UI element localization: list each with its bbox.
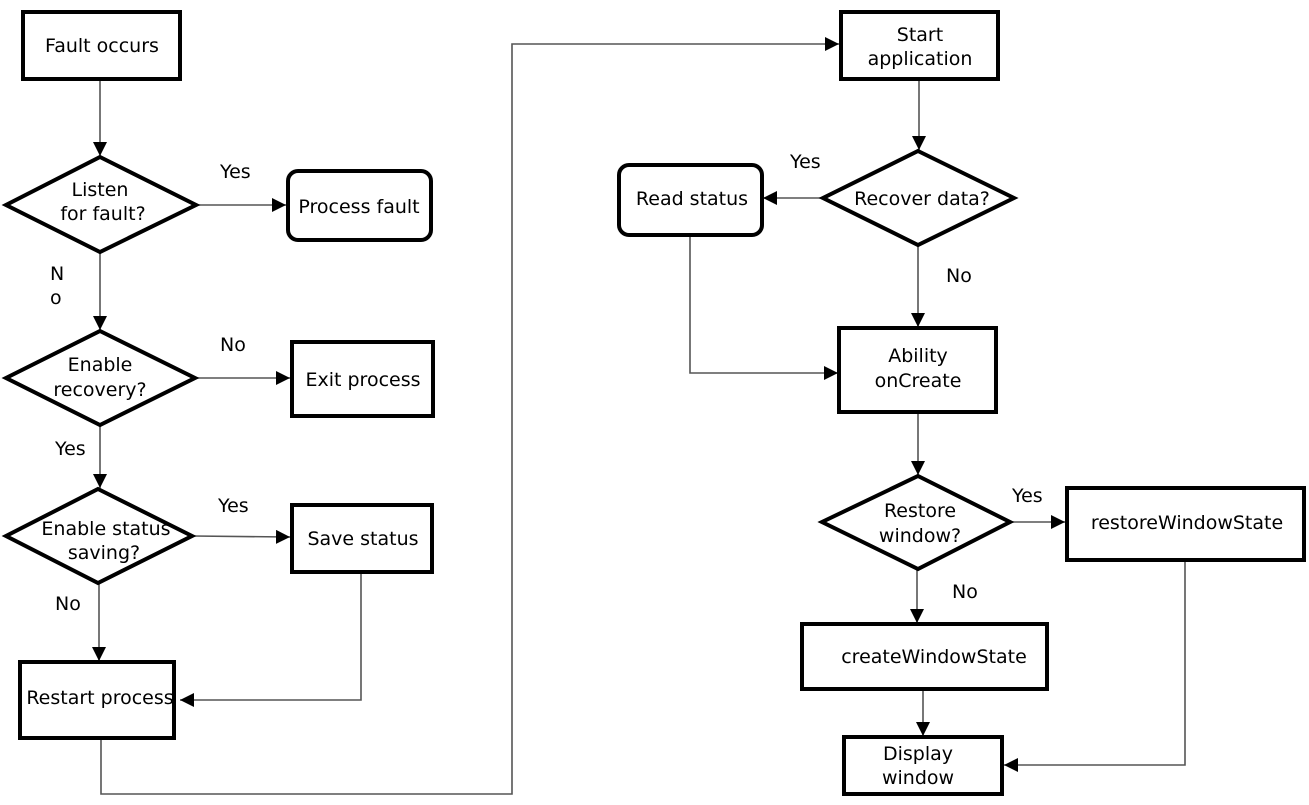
label-restore-no: No	[952, 581, 978, 603]
svg-text:Process fault: Process fault	[298, 196, 419, 218]
edge-saving-to-save-status	[192, 529, 291, 544]
node-text: Restart process	[26, 687, 173, 709]
node-restore-window: Restore window?	[817, 473, 1015, 572]
node-text-line1: Restore	[884, 500, 956, 522]
node-text-line2: application	[868, 48, 973, 70]
node-text: Fault occurs	[45, 35, 159, 57]
svg-text:Ability: Ability	[888, 345, 948, 367]
node-text: Read status	[636, 188, 748, 210]
edge-restart-to-start-app	[100, 37, 839, 795]
label-saving-yes: Yes	[217, 495, 249, 517]
node-fault-occurs: Fault occurs	[21, 10, 182, 81]
svg-text:application: application	[868, 48, 973, 70]
node-display-window: Display window	[842, 735, 1004, 796]
svg-text:Enable status: Enable status	[41, 518, 170, 540]
node-text-line2: onCreate	[875, 370, 962, 392]
node-enable-recovery: Enable recovery?	[1, 328, 200, 428]
node-read-status: Read status	[617, 163, 764, 237]
node-text: Process fault	[298, 196, 419, 218]
svg-text:for fault?: for fault?	[60, 203, 145, 225]
node-ability-oncreate: Ability onCreate	[837, 326, 998, 414]
node-text: createWindowState	[841, 646, 1027, 668]
svg-text:Read status: Read status	[636, 188, 748, 210]
node-text-line2: window?	[879, 525, 961, 547]
node-text: Recover data?	[854, 188, 990, 210]
node-start-application: Start application	[839, 10, 1000, 81]
flowchart-canvas: Fault occurs Listen for fault? Process f…	[1, 10, 1306, 796]
label-restore-yes: Yes	[1011, 485, 1043, 507]
svg-text:Listen: Listen	[72, 179, 129, 201]
node-text-line2: for fault?	[60, 203, 145, 225]
node-text-line2: saving?	[68, 542, 140, 564]
node-text-line1: Display	[883, 743, 953, 765]
svg-text:Restore: Restore	[884, 500, 956, 522]
svg-text:Recover data?: Recover data?	[854, 188, 990, 210]
svg-text:restoreWindowState: restoreWindowState	[1091, 512, 1283, 534]
node-text-line2: window	[882, 767, 954, 789]
svg-text:Save status: Save status	[307, 528, 418, 550]
label-recover-yes: Yes	[789, 151, 821, 173]
node-text-line1: Enable	[68, 354, 133, 376]
svg-text:recovery?: recovery?	[53, 379, 146, 401]
svg-text:window?: window?	[879, 525, 961, 547]
label-recover-no: No	[946, 265, 972, 287]
node-listen-for-fault: Listen for fault?	[1, 154, 201, 255]
node-process-fault: Process fault	[286, 169, 433, 242]
node-exit-process: Exit process	[290, 340, 435, 418]
label-listen-no-1: N	[50, 263, 64, 285]
node-recover-data: Recover data?	[818, 148, 1019, 248]
svg-text:Start: Start	[897, 24, 943, 46]
svg-text:onCreate: onCreate	[875, 370, 962, 392]
node-text-line1: Enable status	[41, 518, 170, 540]
node-text: Exit process	[305, 369, 420, 391]
label-listen-yes: Yes	[219, 161, 251, 183]
node-text-line1: Listen	[72, 179, 129, 201]
label-saving-no: No	[55, 593, 81, 615]
label-listen-no-2: o	[50, 287, 62, 309]
label-recovery-yes: Yes	[54, 438, 86, 460]
edge-read-status-to-ability	[689, 236, 838, 380]
node-save-status: Save status	[290, 503, 434, 574]
node-text-line1: Ability	[888, 345, 948, 367]
node-text-line1: Start	[897, 24, 943, 46]
node-text-line2: recovery?	[53, 379, 146, 401]
label-recovery-no: No	[220, 334, 246, 356]
svg-text:Restart process: Restart process	[26, 687, 173, 709]
svg-text:Enable: Enable	[68, 354, 133, 376]
svg-text:Display: Display	[883, 743, 953, 765]
svg-text:createWindowState: createWindowState	[841, 646, 1027, 668]
svg-text:Exit process: Exit process	[305, 369, 420, 391]
node-restore-window-state: restoreWindowState	[1065, 486, 1306, 562]
svg-text:saving?: saving?	[68, 542, 140, 564]
node-create-window-state: createWindowState	[800, 622, 1049, 691]
svg-text:Fault occurs: Fault occurs	[45, 35, 159, 57]
node-enable-status-saving: Enable status saving?	[1, 486, 197, 586]
edge-save-status-to-restart	[180, 573, 362, 707]
node-restart-process: Restart process	[18, 660, 176, 740]
node-text: Save status	[307, 528, 418, 550]
svg-text:window: window	[882, 767, 954, 789]
node-text: restoreWindowState	[1091, 512, 1283, 534]
